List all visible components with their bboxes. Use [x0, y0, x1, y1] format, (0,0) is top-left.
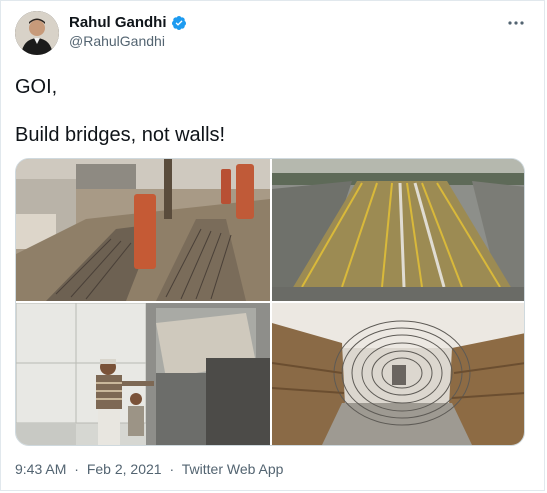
author-name[interactable]: Rahul Gandhi	[69, 14, 167, 31]
more-horizontal-icon[interactable]	[506, 13, 526, 36]
author-avatar[interactable]	[15, 11, 59, 55]
verified-badge-icon	[171, 15, 186, 30]
tweet-time[interactable]: 9:43 AM	[15, 461, 66, 477]
tweet-text-line-2: Build bridges, not walls!	[15, 124, 226, 146]
meta-separator: ·	[74, 461, 79, 477]
tweet-text-line-1: GOI,	[15, 76, 58, 98]
road-trench-with-iron-spikes-photo[interactable]	[16, 159, 270, 301]
media-grid	[15, 158, 525, 446]
concrete-wall-construction-photo[interactable]	[16, 303, 270, 445]
tweet-card[interactable]: Rahul Gandhi @RahulGandhi GOI, Build bri…	[0, 0, 545, 491]
author-handle[interactable]: @RahulGandhi	[69, 33, 165, 49]
avatar-image	[15, 11, 59, 55]
tweet-meta: 9:43 AM · Feb 2, 2021 · Twitter Web App	[15, 461, 283, 477]
tweet-text: GOI, Build bridges, not walls!	[15, 75, 225, 147]
razor-wire-barricade-photo[interactable]	[272, 303, 524, 445]
barricade-rows-aerial-photo[interactable]	[272, 159, 524, 301]
meta-separator: ·	[169, 461, 175, 477]
tweet-date[interactable]: Feb 2, 2021	[87, 461, 162, 477]
tweet-source[interactable]: Twitter Web App	[182, 461, 284, 477]
